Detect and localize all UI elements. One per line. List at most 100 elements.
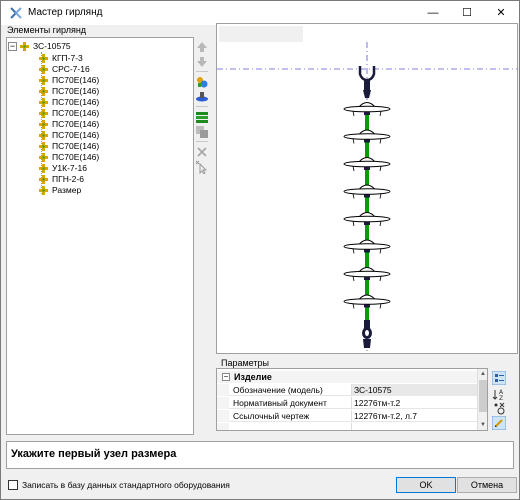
insulator-disc [343,133,391,140]
element-node-icon [39,120,48,129]
prompt-message: Укажите первый узел размера [11,448,177,460]
insulator-disc [343,105,391,113]
minimize-button[interactable]: — [416,1,450,25]
tree-item-label: ПС70Е(146) [52,97,100,107]
property-pages-icon[interactable] [491,415,507,431]
element-toolbar [194,37,212,187]
bottom-link [364,320,370,328]
property-name: Обозначение (модель) [233,385,323,395]
tree-item-label: ПС70Е(146) [52,86,100,96]
top-socket [363,90,371,98]
element-node-icon [39,76,48,85]
save-to-database-checkbox[interactable] [8,480,18,490]
tree-item-label: ПС70Е(146) [52,152,100,162]
tree-item-label: ПС70Е(146) [52,75,100,85]
toolbar-separator [196,71,208,72]
element-node-icon [39,87,48,96]
cancel-button[interactable]: Отмена [457,477,517,493]
tree-item-label: ПС70Е(146) [52,130,100,140]
pin-collar [364,249,370,253]
property-value[interactable] [351,423,477,430]
tree-group-label: Элементы гирлянд [7,25,87,35]
bottom-eye-hole [365,330,369,336]
categorized-view-icon[interactable] [491,370,507,386]
move-up-icon[interactable] [195,40,209,54]
save-to-database-label[interactable]: Записать в базу данных стандартного обор… [22,480,230,490]
element-node-icon [39,175,48,184]
property-name: Ссылочный чертеж [233,411,310,421]
property-row[interactable]: Ссылочный чертеж 12276тм-т.2, л.7 [217,410,487,422]
bottom-clamp [363,339,371,348]
move-down-icon[interactable] [195,55,209,69]
tree-item-label: ПГН-2-6 [52,174,84,184]
insulator-disc [343,270,391,278]
tree-item-label: ПС70Е(146) [52,119,100,129]
element-node-icon [39,54,48,63]
scroll-up-button[interactable]: ▲ [479,370,487,378]
category-expander[interactable]: − [222,373,230,381]
property-name: Нормативный документ [233,398,327,408]
tree-item-label: ПС70Е(146) [52,141,100,151]
element-node-icon [39,186,48,195]
element-node-icon [39,98,48,107]
sort-az-icon[interactable]: AZ [492,387,506,402]
pick-node-icon[interactable] [195,160,209,174]
pin-collar [364,139,370,143]
element-node-icon [39,142,48,151]
property-row[interactable]: Нормативный документ 12276тм-т.2 [217,397,487,409]
pin-collar [364,194,370,198]
prompt-panel: Укажите первый узел размера [6,441,514,469]
title-bar: Мастер гирлянд — ☐ ✕ [1,1,519,25]
copy-icon[interactable] [195,125,209,139]
insulator-disc [343,215,391,223]
insulator-disc [343,160,391,168]
pin-collar [364,222,370,225]
assembly-node-icon [20,42,29,51]
delete-icon[interactable] [195,145,209,159]
insulator-disc [343,243,391,250]
insulator-string-drawing [217,42,517,352]
tree-item-label: ЗС-10575 [33,41,71,51]
scroll-down-button[interactable]: ▼ [479,421,487,429]
pin-collar [364,167,370,170]
property-category[interactable]: − Изделие [217,371,487,383]
insert-element-icon[interactable] [195,90,209,104]
ok-button[interactable]: OK [396,477,456,493]
insulator-disc [343,298,391,305]
tree-item-label: СРС-7-16 [52,64,90,74]
scroll-thumb[interactable] [479,380,487,412]
element-node-icon [39,153,48,162]
app-icon [9,6,23,20]
property-row[interactable] [217,423,487,430]
tree-panel[interactable] [6,37,194,435]
tree-root-expander[interactable]: − [8,42,17,51]
tree-item-label: ПС70Е(146) [52,108,100,118]
multiply-icon[interactable] [195,110,209,124]
property-value[interactable]: 12276тм-т.2, л.7 [351,410,477,422]
property-value[interactable]: ЗС-10575 [351,384,477,396]
dialog-window: Мастер гирлянд — ☐ ✕ Элементы гирлянд − … [0,0,520,500]
pin-collar [364,277,370,280]
property-scrollbar[interactable]: ▲ ▼ [477,369,487,430]
property-options-icon[interactable] [492,401,506,415]
element-node-icon [39,109,48,118]
insulator-disc [343,188,391,195]
maximize-button[interactable]: ☐ [450,1,484,25]
add-element-icon[interactable] [195,75,209,89]
element-node-icon [39,131,48,140]
property-value[interactable]: 12276тм-т.2 [351,397,477,409]
drawing-preview[interactable] [216,23,518,354]
tree-item-label: У1К-7-16 [52,163,87,173]
pin-collar [364,112,370,115]
property-row[interactable]: Обозначение (модель) ЗС-10575 [217,384,487,396]
params-label: Параметры [221,358,269,368]
close-button[interactable]: ✕ [484,1,518,25]
top-link [364,80,370,90]
element-node-icon [39,164,48,173]
toolbar-separator [196,106,208,107]
element-node-icon [39,65,48,74]
window-title: Мастер гирлянд [28,7,103,18]
tree-item-label: Размер [52,185,82,195]
tree-item-label: КГП-7-3 [52,53,83,63]
property-grid[interactable]: − Изделие Обозначение (модель) ЗС-10575 … [216,368,488,431]
